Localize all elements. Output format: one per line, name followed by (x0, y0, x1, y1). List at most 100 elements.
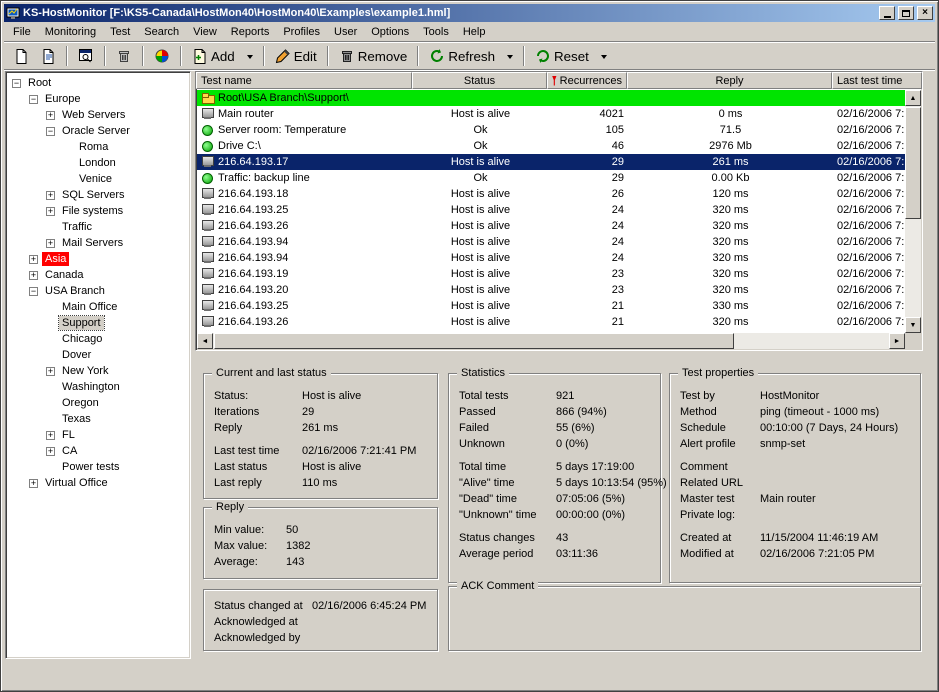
toolbar-separator (104, 46, 106, 66)
menu-item-view[interactable]: View (186, 23, 224, 41)
vertical-scroll-thumb[interactable] (905, 107, 921, 219)
expand-icon[interactable]: + (46, 367, 55, 376)
scroll-down-button[interactable]: ▼ (905, 317, 921, 333)
folder-path-row[interactable]: Root\USA Branch\Support\ (197, 90, 905, 106)
refresh-button[interactable]: Refresh (424, 45, 500, 68)
scroll-left-button[interactable]: ◄ (197, 333, 213, 349)
remove-button[interactable]: Remove (334, 45, 413, 68)
tree-label: Canada (42, 268, 87, 282)
menu-item-help[interactable]: Help (456, 23, 493, 41)
collapse-icon[interactable]: − (29, 95, 38, 104)
expand-icon[interactable]: + (29, 255, 38, 264)
tree-item-main-office[interactable]: Main Office (6, 299, 190, 315)
trash-button[interactable] (111, 45, 137, 68)
column-header-reply[interactable]: Reply (627, 72, 832, 89)
open-file-button[interactable] (35, 45, 61, 68)
status-cell: Host is alive (413, 300, 548, 312)
tree-item-web-servers[interactable]: +Web Servers (6, 107, 190, 123)
column-header-status[interactable]: Status (412, 72, 547, 89)
refresh-dropdown-button[interactable] (501, 45, 518, 68)
tree-item-fl[interactable]: +FL (6, 427, 190, 443)
tree-item-canada[interactable]: + Canada (6, 267, 190, 283)
field-label: "Unknown" time (459, 507, 556, 523)
add-dropdown-button[interactable] (241, 45, 258, 68)
table-row[interactable]: 216.64.193.17Host is alive29261 ms02/16/… (197, 154, 905, 170)
tree-item-europe[interactable]: −Europe (6, 91, 190, 107)
collapse-icon[interactable]: − (46, 127, 55, 136)
tree-item-asia[interactable]: +Asia (6, 251, 190, 267)
menu-item-profiles[interactable]: Profiles (276, 23, 327, 41)
tree-item-chicago[interactable]: Chicago (6, 331, 190, 347)
tree-item-root[interactable]: −Root (6, 75, 190, 91)
tree-item-dover[interactable]: Dover (6, 347, 190, 363)
minimize-button[interactable] (879, 6, 895, 20)
tree-item-traffic[interactable]: Traffic (6, 219, 190, 235)
report-button[interactable] (73, 45, 99, 68)
expand-icon[interactable]: + (29, 271, 38, 280)
tree-item-oregon[interactable]: Oregon (6, 395, 190, 411)
scroll-right-button[interactable]: ► (889, 333, 905, 349)
tree-item-new-york[interactable]: +New York (6, 363, 190, 379)
tree-item-washington[interactable]: Washington (6, 379, 190, 395)
expand-icon[interactable]: + (46, 431, 55, 440)
tree-item-venice[interactable]: Venice (6, 171, 190, 187)
tree-item-london[interactable]: London (6, 155, 190, 171)
menu-item-reports[interactable]: Reports (224, 23, 277, 41)
collapse-icon[interactable]: − (29, 287, 38, 296)
close-button[interactable]: × (917, 6, 933, 20)
tree-item-support[interactable]: Support (6, 315, 190, 331)
expand-icon[interactable]: + (46, 111, 55, 120)
reset-button[interactable]: Reset (530, 45, 594, 68)
table-row[interactable]: 216.64.193.20Host is alive23320 ms02/16/… (197, 282, 905, 298)
horizontal-scroll-thumb[interactable] (214, 333, 734, 349)
column-header-test-name[interactable]: Test name (196, 72, 412, 89)
expand-icon[interactable]: + (29, 479, 38, 488)
tree-item-texas[interactable]: Texas (6, 411, 190, 427)
tree-item-mail-servers[interactable]: +Mail Servers (6, 235, 190, 251)
column-header-last-test-time[interactable]: Last test time (832, 72, 922, 89)
table-row[interactable]: 216.64.193.94Host is alive24320 ms02/16/… (197, 250, 905, 266)
tree-panel[interactable]: −Root−Europe+Web Servers−Oracle ServerRo… (5, 71, 191, 659)
color-palette-button[interactable] (149, 45, 175, 68)
scroll-up-button[interactable]: ▲ (905, 90, 921, 106)
tree-item-virtual-office[interactable]: +Virtual Office (6, 475, 190, 491)
collapse-icon[interactable]: − (12, 79, 21, 88)
menu-item-test[interactable]: Test (103, 23, 137, 41)
reset-dropdown-button[interactable] (595, 45, 612, 68)
vertical-scrollbar[interactable]: ▲ ▼ (905, 90, 921, 333)
table-row[interactable]: 216.64.193.26Host is alive24320 ms02/16/… (197, 218, 905, 234)
menu-item-user[interactable]: User (327, 23, 364, 41)
table-row[interactable]: Server room: TemperatureOk10571.502/16/2… (197, 122, 905, 138)
table-row[interactable]: Traffic: backup lineOk290.00 Kb02/16/200… (197, 170, 905, 186)
table-row[interactable]: 216.64.193.18Host is alive26120 ms02/16/… (197, 186, 905, 202)
tree-item-power-tests[interactable]: Power tests (6, 459, 190, 475)
horizontal-scrollbar[interactable]: ◄ ► (197, 333, 905, 349)
tree-item-oracle-server[interactable]: −Oracle Server (6, 123, 190, 139)
expand-icon[interactable]: + (46, 447, 55, 456)
expand-icon[interactable]: + (46, 239, 55, 248)
tree-item-file-systems[interactable]: +File systems (6, 203, 190, 219)
table-row[interactable]: 216.64.193.26Host is alive21320 ms02/16/… (197, 314, 905, 330)
new-file-button[interactable] (8, 45, 34, 68)
table-row[interactable]: Drive C:\Ok462976 Mb02/16/2006 7: (197, 138, 905, 154)
expand-icon[interactable]: + (46, 207, 55, 216)
maximize-button[interactable] (898, 6, 914, 20)
table-row[interactable]: 216.64.193.19Host is alive23320 ms02/16/… (197, 266, 905, 282)
menu-item-tools[interactable]: Tools (416, 23, 456, 41)
tree-item-usa-branch[interactable]: −USA Branch (6, 283, 190, 299)
tree-item-roma[interactable]: Roma (6, 139, 190, 155)
menu-item-monitoring[interactable]: Monitoring (38, 23, 103, 41)
expand-icon[interactable]: + (46, 191, 55, 200)
column-header-recurrences[interactable]: Recurrences (547, 72, 627, 89)
edit-button[interactable]: Edit (270, 45, 322, 68)
menu-item-options[interactable]: Options (364, 23, 416, 41)
table-row[interactable]: 216.64.193.25Host is alive21330 ms02/16/… (197, 298, 905, 314)
table-row[interactable]: 216.64.193.94Host is alive24320 ms02/16/… (197, 234, 905, 250)
menu-item-file[interactable]: File (6, 23, 38, 41)
table-row[interactable]: Main routerHost is alive40210 ms02/16/20… (197, 106, 905, 122)
tree-item-ca[interactable]: +CA (6, 443, 190, 459)
add-button[interactable]: Add (187, 45, 240, 68)
tree-item-sql-servers[interactable]: +SQL Servers (6, 187, 190, 203)
table-row[interactable]: 216.64.193.25Host is alive24320 ms02/16/… (197, 202, 905, 218)
menu-item-search[interactable]: Search (137, 23, 186, 41)
